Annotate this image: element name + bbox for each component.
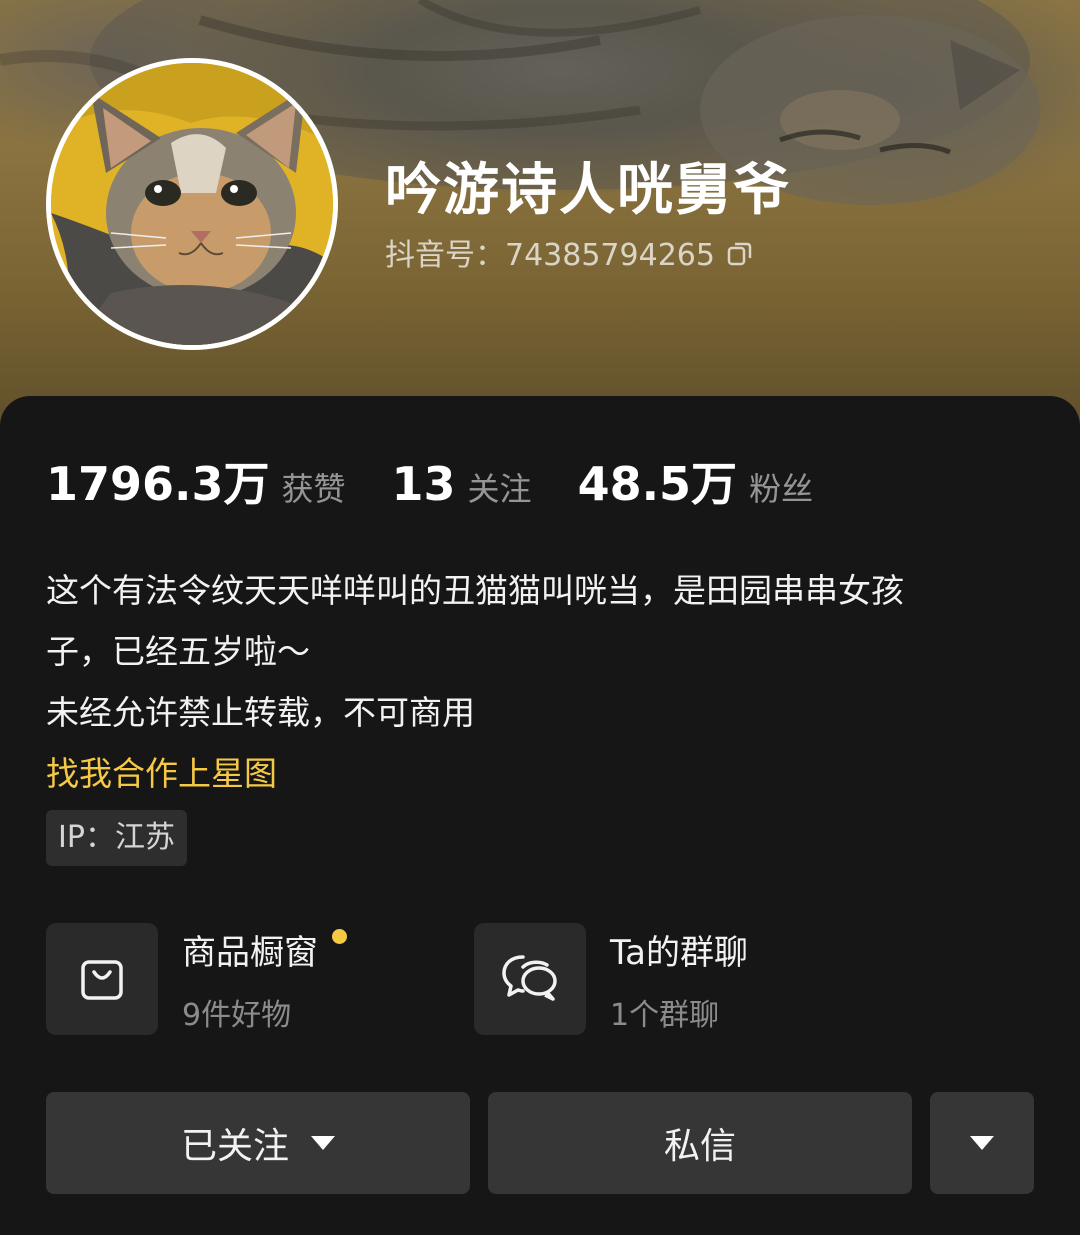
message-button-label: 私信	[663, 1126, 736, 1167]
bio-line-3: 未经允许禁止转载，不可商用	[46, 693, 475, 732]
stat-followers[interactable]: 48.5万 粉丝	[578, 448, 814, 514]
chevron-down-icon	[311, 1136, 335, 1150]
stat-following-label: 关注	[467, 470, 532, 508]
stats-row: 1796.3万 获赞 13 关注 48.5万 粉丝	[46, 448, 859, 514]
shop-window-title: 商品橱窗	[182, 932, 318, 973]
shopping-bag-icon	[81, 960, 123, 1000]
followed-button-label: 已关注	[180, 1126, 289, 1167]
stat-following[interactable]: 13 关注	[392, 457, 532, 511]
copy-icon[interactable]	[727, 239, 753, 266]
stat-followers-label: 粉丝	[749, 470, 814, 508]
group-chat-icon-box	[474, 923, 586, 1035]
dropdown-triangle-icon	[970, 1136, 994, 1150]
stat-followers-value: 48.5万	[577, 457, 738, 511]
group-chat-subtitle: 1个群聊	[610, 997, 720, 1033]
group-chat-entry[interactable]: Ta的群聊 1个群聊	[474, 923, 748, 1035]
bio-line-2: 子，已经五岁啦～	[46, 632, 310, 671]
douyin-id-text: 抖音号：74385794265	[385, 238, 715, 273]
more-dropdown-button[interactable]	[930, 1092, 1034, 1194]
avatar[interactable]	[46, 58, 338, 350]
profile-nickname: 吟游诗人咣舅爷	[385, 158, 791, 223]
douyin-id[interactable]: 抖音号：74385794265	[385, 230, 753, 274]
shop-window-subtitle: 9件好物	[182, 997, 292, 1033]
new-indicator-dot	[332, 928, 347, 944]
shop-window-entry[interactable]: 商品橱窗 9件好物	[46, 923, 347, 1035]
stat-likes-value: 1796.3万	[46, 457, 270, 511]
message-button[interactable]: 私信	[488, 1092, 912, 1194]
stat-likes[interactable]: 1796.3万 获赞	[46, 448, 346, 514]
chat-bubbles-icon	[502, 955, 557, 1001]
shop-icon-box	[46, 923, 158, 1035]
group-chat-title: Ta的群聊	[610, 932, 748, 973]
bio-xingtu-link[interactable]: 找我合作上星图	[46, 743, 1036, 804]
bio-line-1: 这个有法令纹天天咩咩叫的丑猫猫叫咣当，是田园串串女孩	[46, 571, 904, 610]
bio: 这个有法令纹天天咩咩叫的丑猫猫叫咣当，是田园串串女孩 子，已经五岁啦～ 未经允许…	[46, 560, 1036, 804]
followed-button[interactable]: 已关注	[46, 1092, 470, 1194]
cat-avatar-image	[51, 63, 333, 345]
stat-following-value: 13	[391, 457, 456, 511]
stat-likes-label: 获赞	[281, 470, 346, 508]
ip-location-tag: IP：江苏	[46, 810, 187, 866]
